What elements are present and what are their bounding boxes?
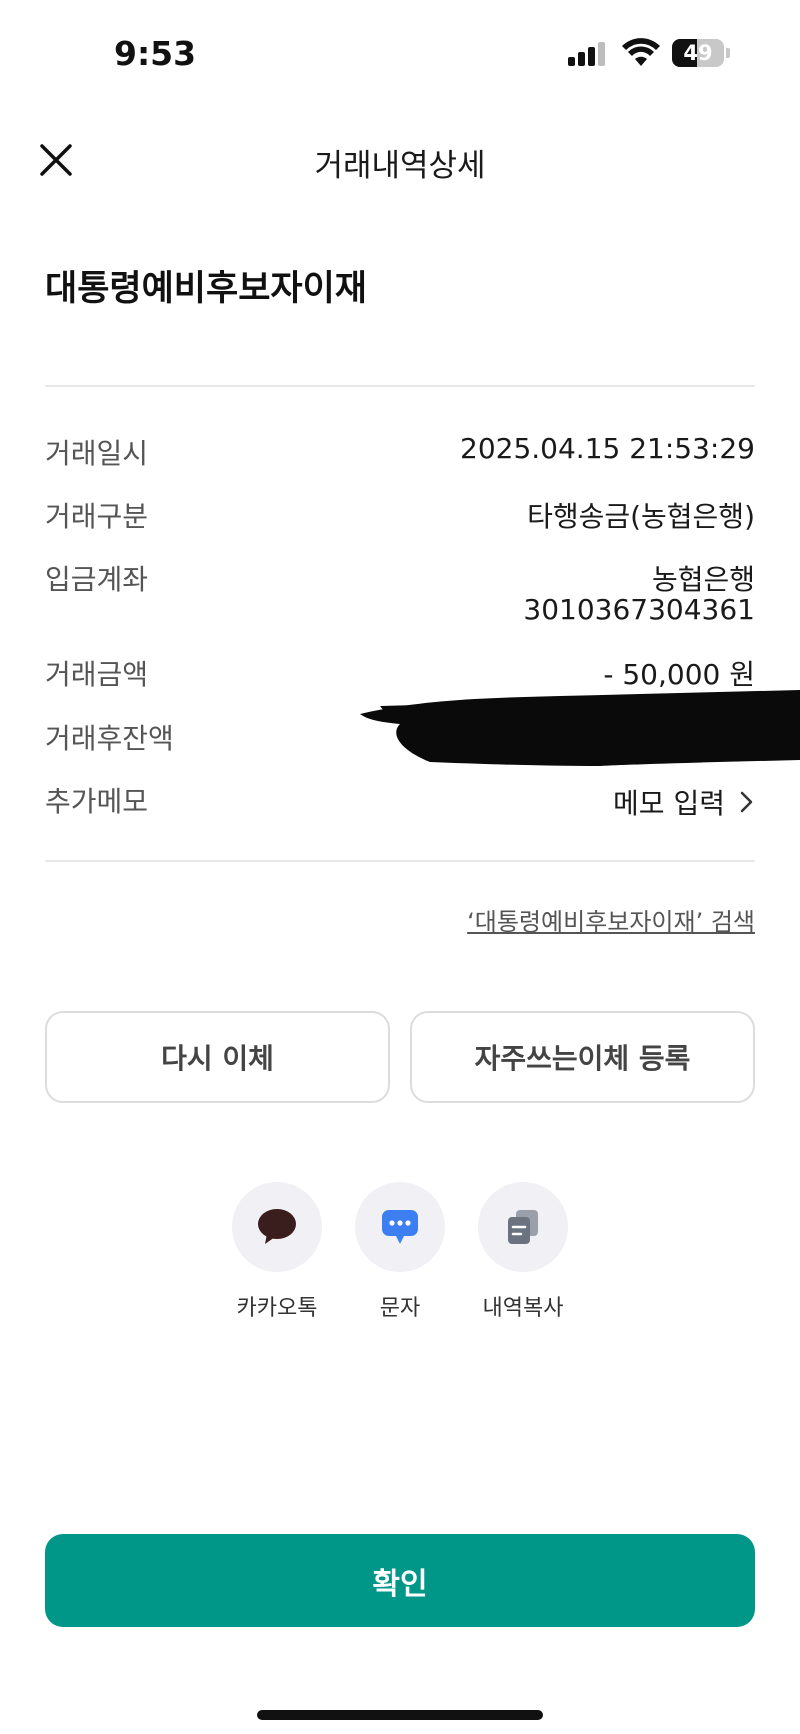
wifi-icon <box>622 38 660 66</box>
datetime-value: 2025.04.15 21:53:29 <box>460 432 755 465</box>
memo-label: 추가메모 <box>45 785 149 818</box>
transaction-title: 대통령예비후보자이재 <box>45 269 368 309</box>
page-title: 거래내역상세 <box>314 148 486 184</box>
share-message-label: 문자 <box>379 1296 421 1321</box>
share-kakaotalk[interactable]: 카카오톡 <box>232 1182 322 1322</box>
datetime-label: 거래일시 <box>45 437 149 470</box>
battery-percent: 49 <box>683 41 713 65</box>
amount-label: 거래금액 <box>45 658 149 691</box>
share-kakaotalk-label: 카카오톡 <box>236 1296 318 1321</box>
balance-redaction <box>360 690 800 766</box>
cellular-signal-icon <box>568 42 608 66</box>
share-copy[interactable]: 내역복사 <box>478 1182 568 1322</box>
amount-value: - 50,000 원 <box>603 658 755 691</box>
share-message[interactable]: 문자 <box>355 1182 445 1322</box>
confirm-button[interactable]: 확인 <box>45 1534 755 1627</box>
home-indicator <box>257 1710 543 1720</box>
search-link[interactable]: ‘대통령예비후보자이재’ 검색 <box>467 902 755 937</box>
message-icon <box>382 1210 418 1244</box>
kakaotalk-icon <box>258 1209 296 1244</box>
status-bar: 9:53 49 <box>0 0 800 100</box>
balance-label: 거래후잔액 <box>45 722 174 755</box>
bottom-divider <box>45 860 755 862</box>
retransfer-button[interactable]: 다시 이체 <box>45 1011 390 1103</box>
account-label: 입금계좌 <box>45 563 149 596</box>
account-bank: 농협은행 <box>651 563 755 596</box>
top-divider <box>45 385 755 387</box>
memo-input-link[interactable]: 메모 입력 <box>613 782 755 822</box>
memo-action-label: 메모 입력 <box>613 787 725 820</box>
share-copy-label: 내역복사 <box>482 1296 564 1321</box>
chevron-right-icon <box>740 791 753 813</box>
battery-icon: 49 <box>672 39 730 69</box>
type-label: 거래구분 <box>45 500 149 533</box>
status-time: 9:53 <box>114 34 197 73</box>
register-frequent-button[interactable]: 자주쓰는이체 등록 <box>410 1011 755 1103</box>
account-number: 3010367304361 <box>523 593 755 626</box>
copy-icon <box>508 1210 538 1244</box>
type-value: 타행송금(농협은행) <box>527 500 755 533</box>
